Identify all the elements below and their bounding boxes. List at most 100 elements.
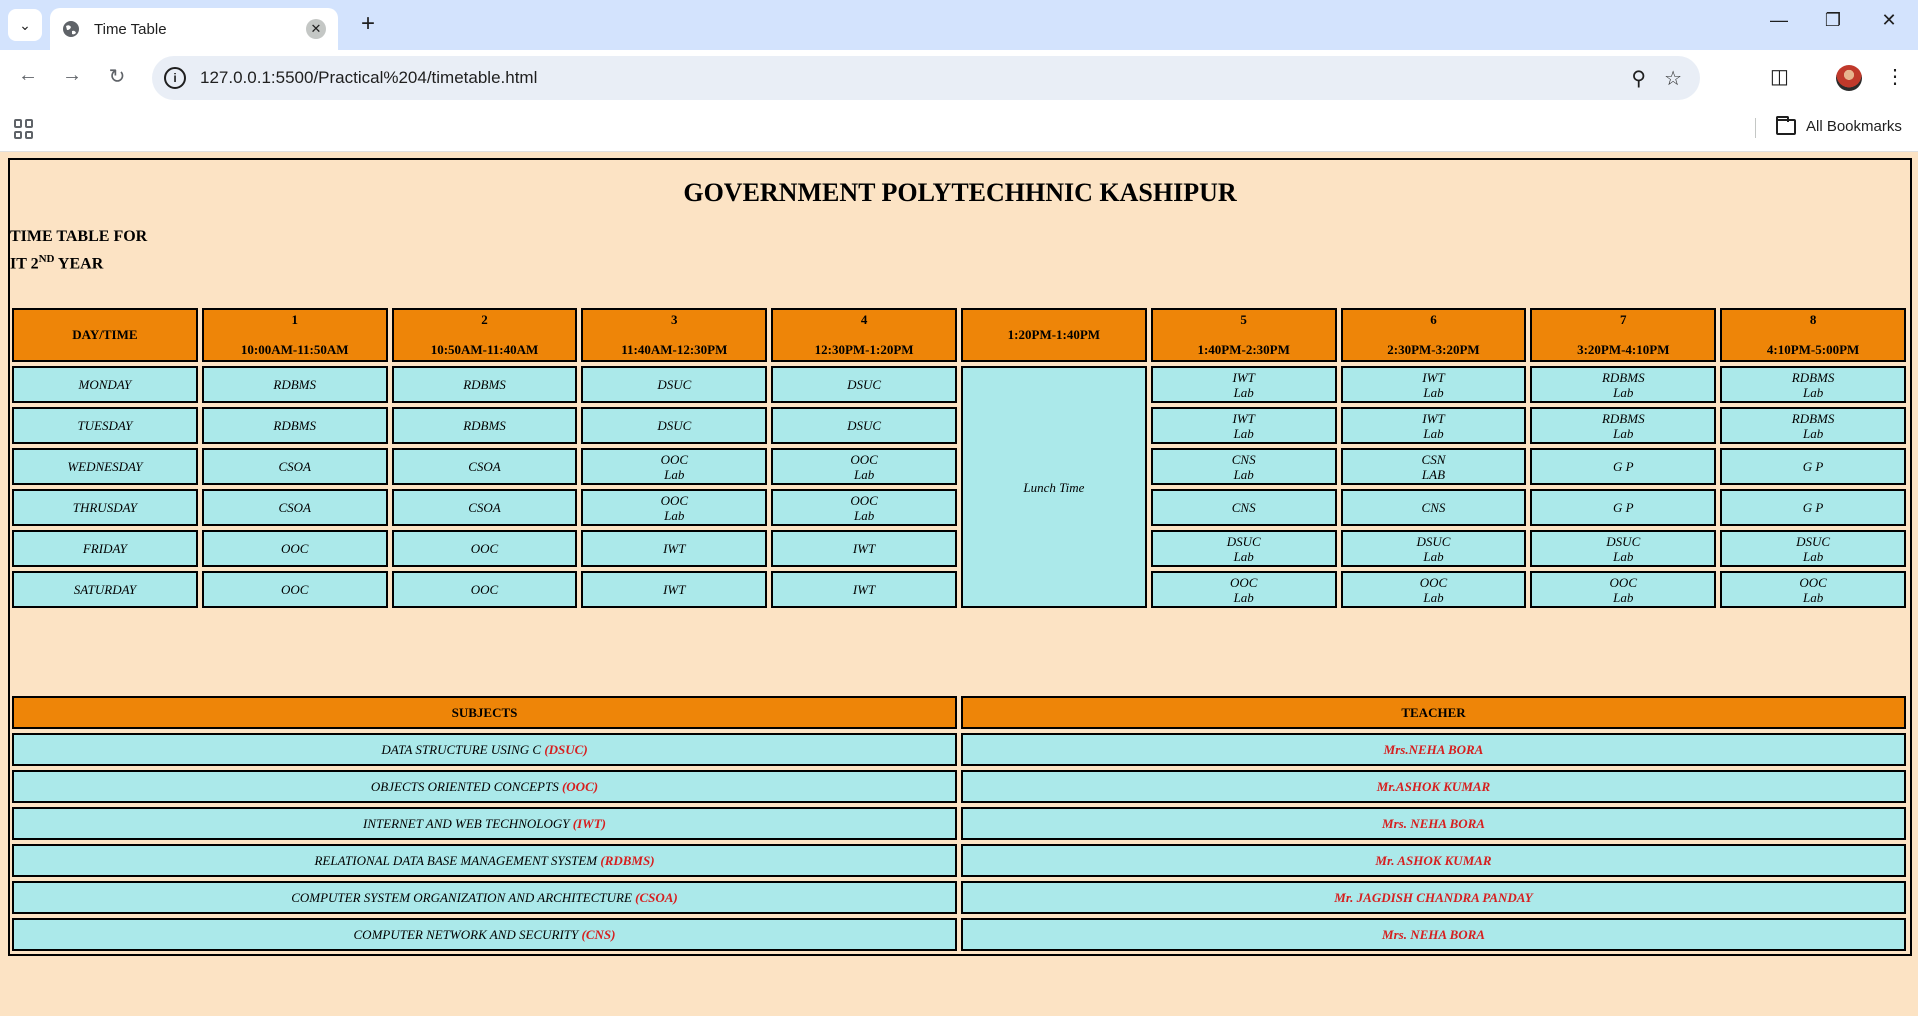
timetable-cell: DSUC Lab [1720,530,1906,567]
menu-kebab-icon[interactable]: ⋮ [1885,64,1905,89]
subject-code: CNS [1231,500,1256,515]
outer-border-table: GOVERNMENT POLYTECHHNIC KASHIPUR TIME TA… [8,158,1912,956]
table-row: WEDNESDAY CSOA CSOA OOC Lab OOC Lab CNS Lab CSN LA… [12,448,1906,485]
reload-icon[interactable]: ↻ [103,64,131,89]
subject-code: IWT [663,541,686,556]
session-type: Lab [1233,466,1254,482]
timetable-cell: CSOA [201,489,388,526]
subject-cell: INTERNET AND WEB TECHNOLOGY (IWT) [12,807,957,840]
timetable-header-cell: 3 11:40AM-12:30PM [581,308,768,362]
caption-line-1: TIME TABLE FOR [10,228,148,245]
timetable-cell: CSN LAB [1340,448,1527,485]
tab-title: Time Table [94,20,167,38]
period-number: 7 [1620,312,1627,327]
timetable-cell: OOC [201,571,388,608]
session-type: Lab [1423,384,1444,400]
subject-code: OOC [1609,574,1637,590]
timetable-cell: G P [1720,448,1906,485]
subject-code: CSOA [278,459,311,474]
minimize-icon[interactable]: — [1764,10,1794,31]
subject-code: RDBMS [273,377,316,392]
subject-code: DSUC [847,377,882,392]
browser-toolbar: ← → ↻ i 127.0.0.1:5500/Practical%204/tim… [0,50,1918,106]
timetable-cell: IWT [771,571,957,608]
subject-code: G P [1802,500,1824,515]
url-text[interactable]: 127.0.0.1:5500/Practical%204/timetable.h… [200,68,1631,88]
session-type: Lab [1613,384,1634,400]
period-number: 6 [1430,312,1437,327]
session-type: Lab [1233,425,1254,441]
subject-code: DSUC [1606,533,1641,549]
timetable-cell: OOC Lab [1530,571,1717,608]
session-type: Lab [1233,548,1254,564]
teacher-cell: Mr. JAGDISH CHANDRA PANDAY [961,881,1906,914]
period-time: 4:10PM-5:00PM [1766,342,1860,357]
session-type: Lab [1423,548,1444,564]
apps-grid-icon[interactable] [14,119,34,139]
timetable-cell: RDBMS Lab [1720,407,1906,444]
close-window-icon[interactable]: ✕ [1874,10,1904,31]
bookmark-star-icon[interactable]: ☆ [1664,66,1682,91]
close-tab-icon[interactable]: ✕ [306,19,326,39]
lunch-cell: Lunch Time [960,366,1147,608]
forward-icon[interactable]: → [58,64,86,87]
all-bookmarks-button[interactable]: All Bookmarks [1776,115,1902,135]
table-row: SATURDAY OOC OOC IWT IWT OOC Lab OOC Lab OOC Lab OO… [12,571,1906,608]
timetable-header-cell: 6 2:30PM-3:20PM [1340,308,1527,362]
subject-code: OOC [850,492,878,508]
subject-code: CSOA [278,500,311,515]
bookmarks-separator [1755,118,1756,138]
timetable-header-cell: 1:20PM-1:40PM [960,308,1147,362]
back-icon[interactable]: ← [14,64,42,87]
timetable-caption: TIME TABLE FOR IT 2ND YEAR [10,226,147,275]
day-cell: WEDNESDAY [12,448,198,485]
timetable-cell: RDBMS [391,366,578,403]
profile-avatar[interactable] [1836,65,1862,91]
subject-code: CSOA [468,500,501,515]
zoom-icon[interactable]: ⚲ [1631,66,1646,91]
subject-name: COMPUTER NETWORK AND SECURITY [353,926,582,942]
restore-icon[interactable]: ❐ [1818,10,1848,31]
subject-cell: OBJECTS ORIENTED CONCEPTS (OOC) [12,770,957,803]
timetable-cell: G P [1530,489,1717,526]
period-time: DAY/TIME [72,327,138,342]
timetable-cell: DSUC Lab [1530,530,1717,567]
day-cell: MONDAY [12,366,198,403]
table-row: MONDAY RDBMS RDBMS DSUC DSUC Lunch Time IWT Lab… [12,366,1906,608]
subject-cell: COMPUTER NETWORK AND SECURITY (CNS) [12,918,957,951]
period-time: 3:20PM-4:10PM [1577,342,1670,357]
timetable-cell: RDBMS [201,366,388,403]
table-row: INTERNET AND WEB TECHNOLOGY (IWT) Mrs. NE… [12,807,1906,840]
extensions-icon[interactable]: ◫ [1770,64,1789,89]
subject-code: OOC [1419,574,1448,590]
timetable-cell: IWT Lab [1150,366,1337,403]
timetable-cell: RDBMS Lab [1720,366,1906,403]
period-number: 8 [1809,312,1817,327]
day-cell: FRIDAY [12,530,198,567]
table-row: TUESDAY RDBMS RDBMS DSUC DSUC IWT Lab IWT Lab RDB… [12,407,1906,444]
site-info-icon[interactable]: i [164,67,186,89]
period-number: 1 [291,312,298,327]
bookmarks-bar: All Bookmarks [0,106,1918,152]
timetable-header-cell: 1 10:00AM-11:50AM [201,308,388,362]
subject-code: IWT [663,582,686,597]
session-type: Lab [1613,548,1634,564]
subject-code: OOC [660,451,689,467]
session-type: Lab [853,507,875,523]
subjects-table: SUBJECTS TEACHER DATA STRUCTURE USING C … [8,692,1910,955]
subject-code: OOC [470,541,499,556]
new-tab-icon[interactable]: + [354,11,382,37]
table-row: OBJECTS ORIENTED CONCEPTS (OOC) Mr.ASHOK … [12,770,1906,803]
timetable-cell: OOC Lab [1720,571,1906,608]
session-type: Lab [1802,589,1824,605]
timetable-cell: IWT [771,530,957,567]
teacher-cell: Mrs.NEHA BORA [961,733,1906,766]
tab-search-button[interactable]: ⌄ [8,9,42,41]
timetable-cell: CNS [1340,489,1527,526]
browser-tab[interactable]: Time Table ✕ [50,8,338,50]
timetable-header-cell: 8 4:10PM-5:00PM [1720,308,1906,362]
subject-code: CNS [1231,451,1256,467]
period-time: 1:20PM-1:40PM [1007,327,1101,342]
address-bar[interactable]: i 127.0.0.1:5500/Practical%204/timetable… [152,56,1700,100]
subject-abbreviation: (OOC) [561,778,599,794]
